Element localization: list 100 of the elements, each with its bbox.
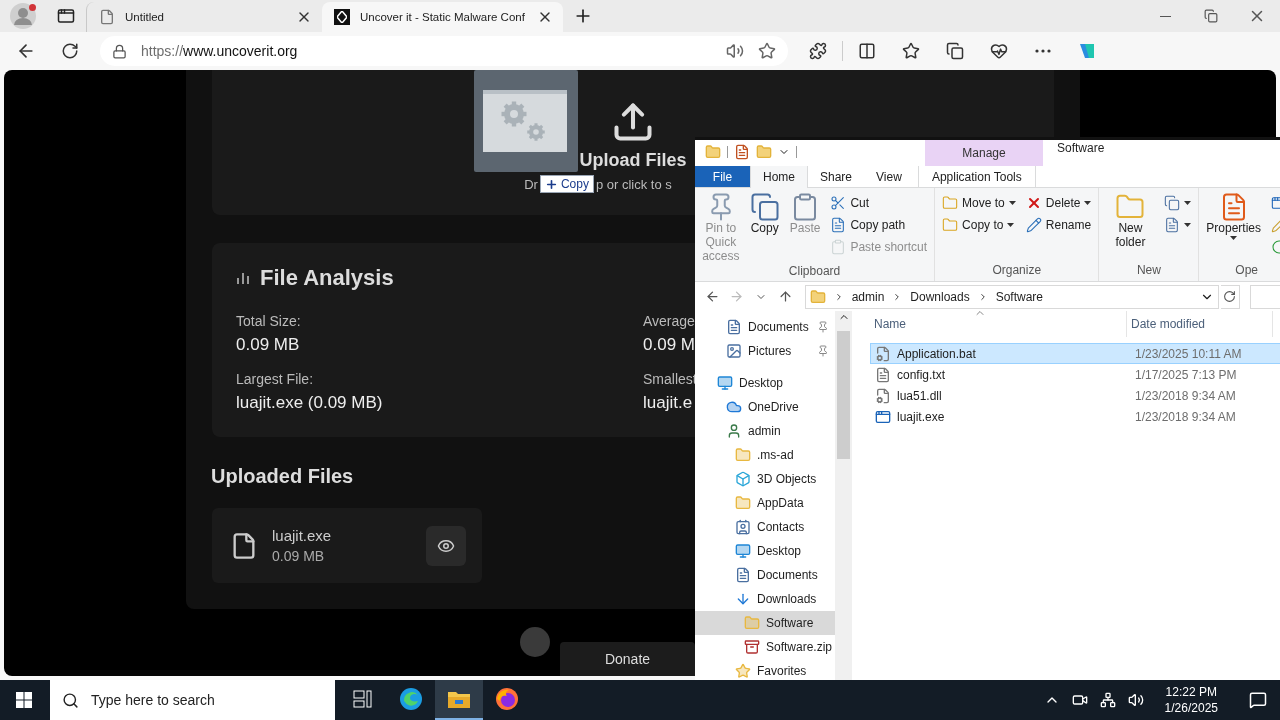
refresh-button[interactable] bbox=[1220, 284, 1240, 309]
nav-item[interactable]: .ms-ad bbox=[695, 443, 835, 467]
stat-value: 0.09 M bbox=[643, 335, 695, 355]
ribbon-button[interactable]: Rename bbox=[1022, 214, 1095, 237]
column-header[interactable]: Name bbox=[870, 311, 1127, 337]
ribbon-button[interactable]: Cut bbox=[827, 192, 931, 215]
ribbon-button[interactable]: Move to bbox=[939, 192, 1019, 215]
caret-icon bbox=[1230, 236, 1238, 241]
tab-title: Untitled bbox=[125, 11, 165, 23]
scissors-icon bbox=[830, 195, 847, 212]
copy-icon bbox=[749, 192, 780, 223]
donate-button[interactable]: Donate bbox=[560, 642, 695, 676]
tab-actions-icon bbox=[57, 7, 75, 25]
search-field[interactable]: Type here to search bbox=[50, 680, 335, 720]
nav-item[interactable]: Desktop bbox=[695, 371, 835, 395]
picture-icon bbox=[726, 343, 742, 359]
clock-time: 12:22 PM bbox=[1165, 684, 1217, 700]
favorite-star-icon bbox=[758, 42, 776, 60]
gear-file-icon bbox=[875, 345, 891, 362]
file-row[interactable]: luajit.exe 1/23/2018 9:34 AM bbox=[870, 406, 1280, 427]
profile-avatar-icon[interactable] bbox=[8, 0, 38, 31]
ribbon-tab[interactable]: File bbox=[695, 166, 750, 188]
volume-icon bbox=[1127, 692, 1144, 708]
nav-item[interactable]: 3D Objects bbox=[695, 467, 835, 491]
collections-icon bbox=[946, 42, 964, 60]
ribbon-tab[interactable]: Home bbox=[750, 166, 808, 189]
notification-dot bbox=[29, 3, 36, 11]
scrollbar[interactable] bbox=[835, 311, 852, 683]
window-title: Software bbox=[1056, 141, 1105, 157]
view-button[interactable] bbox=[426, 525, 466, 566]
ribbon-button[interactable]: Copy path bbox=[827, 214, 931, 237]
stat-value: 0.09 MB bbox=[236, 335, 301, 355]
nav-item[interactable]: AppData bbox=[695, 491, 835, 515]
properties-icon bbox=[734, 144, 750, 160]
nav-item[interactable]: Documents bbox=[695, 563, 835, 587]
breadcrumb[interactable]: Software bbox=[995, 289, 1044, 304]
file-name: config.txt bbox=[897, 367, 946, 382]
scroll-thumb[interactable] bbox=[837, 331, 850, 459]
file-name: luajit.exe bbox=[272, 527, 333, 544]
file-row[interactable]: config.txt 1/17/2025 7:13 PM bbox=[870, 364, 1280, 385]
file-row[interactable]: Application.bat 1/23/2025 10:11 AM bbox=[870, 343, 1280, 364]
stat-label: Average bbox=[643, 313, 695, 329]
ribbon-group-label: Clipboard bbox=[787, 263, 842, 280]
puzzle-icon bbox=[809, 42, 827, 60]
nav-item[interactable]: Software.zip bbox=[695, 635, 835, 659]
stat-value: luajit.exe (0.09 MB) bbox=[236, 393, 383, 413]
ribbon-tab[interactable]: Application Tools bbox=[917, 166, 1036, 188]
search-placeholder: Type here to search bbox=[91, 692, 215, 708]
folder-icon bbox=[447, 689, 471, 709]
caret-icon bbox=[1184, 223, 1192, 228]
caret-icon bbox=[1008, 201, 1016, 206]
address-field[interactable]: admin Downloads Software bbox=[804, 284, 1219, 309]
nav-item[interactable]: OneDrive bbox=[695, 395, 835, 419]
network-icon bbox=[1099, 692, 1116, 708]
more-icon bbox=[1035, 49, 1051, 53]
minimize-icon bbox=[1159, 15, 1171, 17]
browser-tab[interactable]: Uncover it - Static Malware Conf bbox=[322, 2, 563, 32]
address-bar[interactable]: https://www.uncoverit.org bbox=[100, 36, 788, 66]
folder-icon bbox=[809, 288, 826, 305]
split-screen-icon bbox=[858, 42, 876, 60]
stat-label: Total Size: bbox=[236, 313, 301, 329]
nav-item[interactable]: Favorites bbox=[695, 659, 835, 683]
document-icon bbox=[726, 319, 742, 335]
lock-icon bbox=[112, 43, 127, 59]
upload-icon bbox=[611, 100, 655, 144]
ribbon-button[interactable]: Copy to bbox=[939, 214, 1019, 237]
tab-title: Uncover it - Static Malware Conf bbox=[360, 11, 525, 23]
contact-card-icon bbox=[735, 519, 751, 535]
nav-item[interactable]: Pictures bbox=[695, 339, 835, 363]
nav-item[interactable]: admin bbox=[695, 419, 835, 443]
nav-item[interactable]: Desktop bbox=[695, 539, 835, 563]
nav-item[interactable]: Documents bbox=[695, 315, 835, 339]
stat-label: Largest File: bbox=[236, 371, 315, 387]
nav-item[interactable]: Software bbox=[695, 611, 835, 635]
card-title: File Analysis bbox=[260, 265, 394, 291]
file-row[interactable]: lua51.dll 1/23/2018 9:34 AM bbox=[870, 385, 1280, 406]
column-header[interactable]: Date modified bbox=[1127, 311, 1273, 337]
file-name: luajit.exe bbox=[897, 409, 945, 424]
folder-icon bbox=[942, 217, 959, 234]
monitor-icon bbox=[717, 375, 733, 391]
breadcrumb[interactable]: admin bbox=[851, 289, 885, 304]
nav-item[interactable]: Contacts bbox=[695, 515, 835, 539]
stat-value: luajit.e bbox=[643, 393, 694, 413]
breadcrumb[interactable]: Downloads bbox=[910, 289, 970, 304]
upload-hint: p or click to s bbox=[595, 176, 672, 192]
nav-item[interactable]: Downloads bbox=[695, 587, 835, 611]
pin-icon bbox=[817, 321, 829, 333]
folder-icon bbox=[756, 144, 772, 160]
taskbar-app-button[interactable] bbox=[435, 680, 483, 720]
ribbon-button[interactable]: Properties bbox=[1203, 192, 1264, 264]
caret-icon bbox=[1007, 223, 1015, 228]
file-size: 0.09 MB bbox=[272, 548, 326, 564]
notification-icon bbox=[1249, 691, 1267, 709]
ribbon-button[interactable]: New folder bbox=[1103, 192, 1158, 264]
pin-icon bbox=[817, 345, 829, 357]
search-field[interactable] bbox=[1249, 284, 1280, 309]
gear-file-icon bbox=[875, 387, 891, 404]
clock[interactable]: 12:22 PM 1/26/2025 bbox=[1152, 684, 1230, 716]
ribbon-group-label: Organize bbox=[991, 263, 1043, 280]
caret-icon bbox=[1184, 201, 1192, 206]
